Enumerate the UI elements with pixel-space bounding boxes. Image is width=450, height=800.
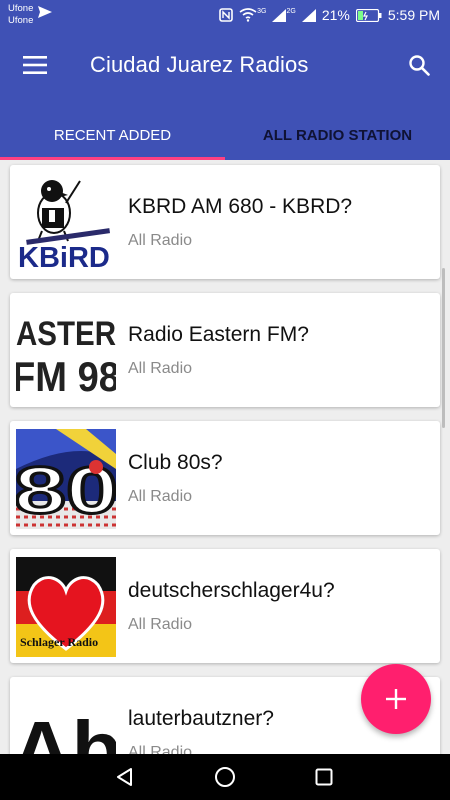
station-category: All Radio bbox=[128, 488, 193, 505]
hamburger-menu-icon bbox=[23, 56, 47, 74]
clock: 5:59 PM bbox=[387, 7, 440, 23]
tab-recent-added-label: RECENT ADDED bbox=[53, 126, 172, 144]
station-category: All Radio bbox=[128, 616, 193, 633]
nfc-icon bbox=[219, 8, 233, 22]
lauterbautzner-logo-text: Ab bbox=[16, 705, 116, 754]
plus-icon bbox=[386, 689, 406, 709]
station-name: KBRD AM 680 - KBRD? bbox=[128, 195, 353, 218]
signal-icon-2 bbox=[301, 8, 316, 22]
station-name: Radio Eastern FM? bbox=[128, 323, 309, 346]
tab-all-radio-station[interactable]: ALL RADIO STATION bbox=[225, 110, 450, 160]
station-list[interactable]: KBiRD KBRD AM 680 - KBRD? All Radio ASTE… bbox=[0, 160, 450, 754]
recents-icon bbox=[315, 768, 333, 786]
send-icon bbox=[38, 6, 52, 18]
app-title: Ciudad Juarez Radios bbox=[90, 52, 309, 77]
home-icon bbox=[215, 767, 235, 787]
app-bar: Ciudad Juarez Radios RECENT ADDED ALL RA… bbox=[0, 30, 450, 160]
eastern-fm-logo-image: ASTER FM 98 bbox=[16, 301, 116, 401]
back-button[interactable] bbox=[110, 762, 140, 792]
scrollbar[interactable] bbox=[442, 268, 445, 428]
club-80s-logo-image: 80 bbox=[16, 429, 116, 529]
lauterbautzner-logo-image: Ab bbox=[16, 685, 116, 754]
kbrd-logo-text: KBiRD bbox=[18, 242, 110, 273]
station-name: deutscherschlager4u? bbox=[128, 579, 335, 602]
station-logo: Ab bbox=[16, 685, 116, 754]
battery-percent: 21% bbox=[321, 7, 350, 23]
status-icons: 3G 2G 21% 5:59 PM bbox=[219, 0, 440, 30]
station-logo: KBiRD bbox=[16, 173, 116, 273]
battery-icon bbox=[355, 8, 382, 22]
station-card[interactable]: 80 Club 80s? All Radio bbox=[10, 421, 440, 535]
menu-button[interactable] bbox=[15, 50, 55, 80]
station-card[interactable]: KBiRD KBRD AM 680 - KBRD? All Radio bbox=[10, 165, 440, 279]
back-icon bbox=[117, 768, 132, 786]
tab-all-radio-station-label: ALL RADIO STATION bbox=[262, 126, 413, 144]
svg-text:FM 98: FM 98 bbox=[16, 353, 116, 400]
station-category: All Radio bbox=[128, 232, 193, 249]
station-category: All Radio bbox=[128, 744, 193, 754]
carrier-2-label: Ufone bbox=[8, 15, 34, 26]
search-icon bbox=[409, 55, 430, 76]
station-logo: Schlager Radio bbox=[16, 557, 116, 657]
station-card[interactable]: Schlager Radio deutscherschlager4u? All … bbox=[10, 549, 440, 663]
navigation-bar bbox=[0, 754, 450, 800]
network-1-label: 3G bbox=[257, 7, 267, 15]
add-button[interactable] bbox=[361, 664, 431, 734]
schlager-logo-text: Schlager Radio bbox=[20, 635, 98, 649]
tab-recent-added[interactable]: RECENT ADDED bbox=[0, 110, 225, 160]
station-category: All Radio bbox=[128, 360, 193, 377]
recents-button[interactable] bbox=[309, 762, 339, 792]
schlager-radio-logo-image: Schlager Radio bbox=[16, 557, 116, 657]
station-name: lauterbautzner? bbox=[128, 707, 274, 730]
tab-bar: RECENT ADDED ALL RADIO STATION bbox=[0, 110, 450, 160]
search-button[interactable] bbox=[402, 48, 436, 82]
station-logo: ASTER FM 98 bbox=[16, 301, 116, 401]
network-2-label: 2G bbox=[286, 7, 296, 15]
svg-text:ASTER: ASTER bbox=[16, 315, 116, 353]
wifi-icon bbox=[239, 8, 257, 22]
status-bar: Ufone Ufone 3G 2G 21% 5:59 PM bbox=[0, 0, 450, 30]
carrier-1-label: Ufone bbox=[8, 3, 34, 14]
kbrd-logo-image: KBiRD bbox=[16, 173, 116, 273]
home-button[interactable] bbox=[210, 762, 240, 792]
station-logo: 80 bbox=[16, 429, 116, 529]
station-card[interactable]: ASTER FM 98 Radio Eastern FM? All Radio bbox=[10, 293, 440, 407]
signal-icon bbox=[272, 8, 287, 22]
station-name: Club 80s? bbox=[128, 451, 223, 474]
